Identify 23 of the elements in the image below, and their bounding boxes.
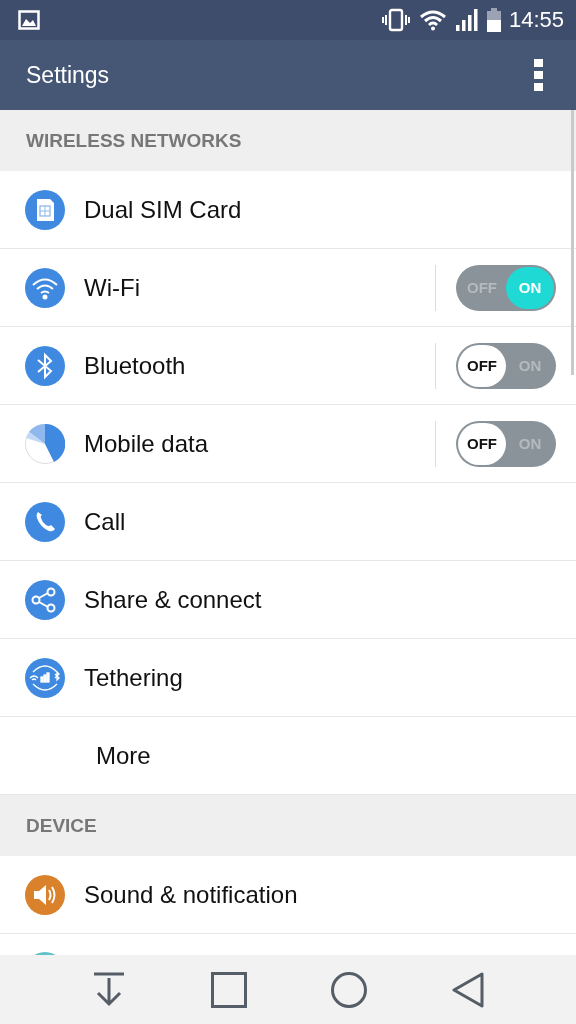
gallery-icon <box>18 10 40 30</box>
setting-label[interactable]: Dual SIM Card <box>84 195 556 224</box>
setting-label[interactable]: Share & connect <box>84 585 556 614</box>
setting-label[interactable]: Bluetooth <box>84 351 435 380</box>
vibrate-icon <box>380 8 411 32</box>
setting-label[interactable]: Sound & notification <box>84 880 556 909</box>
setting-label[interactable]: Tethering <box>84 663 556 692</box>
battery-icon <box>486 8 501 32</box>
wifi-signal-icon <box>418 9 447 31</box>
recent-apps-icon[interactable] <box>210 971 247 1008</box>
setting-label[interactable]: Call <box>84 507 556 536</box>
home-icon[interactable] <box>331 971 368 1008</box>
section-header: WIRELESS NETWORKS <box>26 129 242 152</box>
download-icon[interactable] <box>92 971 127 1008</box>
overflow-menu-icon[interactable] <box>534 59 544 91</box>
section-header: DEVICE <box>26 814 97 837</box>
status-time: 14:55 <box>508 7 564 33</box>
cell-signal-icon <box>454 8 479 32</box>
setting-label[interactable]: Wi-Fi <box>84 273 435 302</box>
app-title: Settings <box>26 61 110 89</box>
setting-label[interactable]: More <box>96 741 556 770</box>
setting-label[interactable]: Mobile data <box>84 429 435 458</box>
back-icon[interactable] <box>451 971 484 1008</box>
